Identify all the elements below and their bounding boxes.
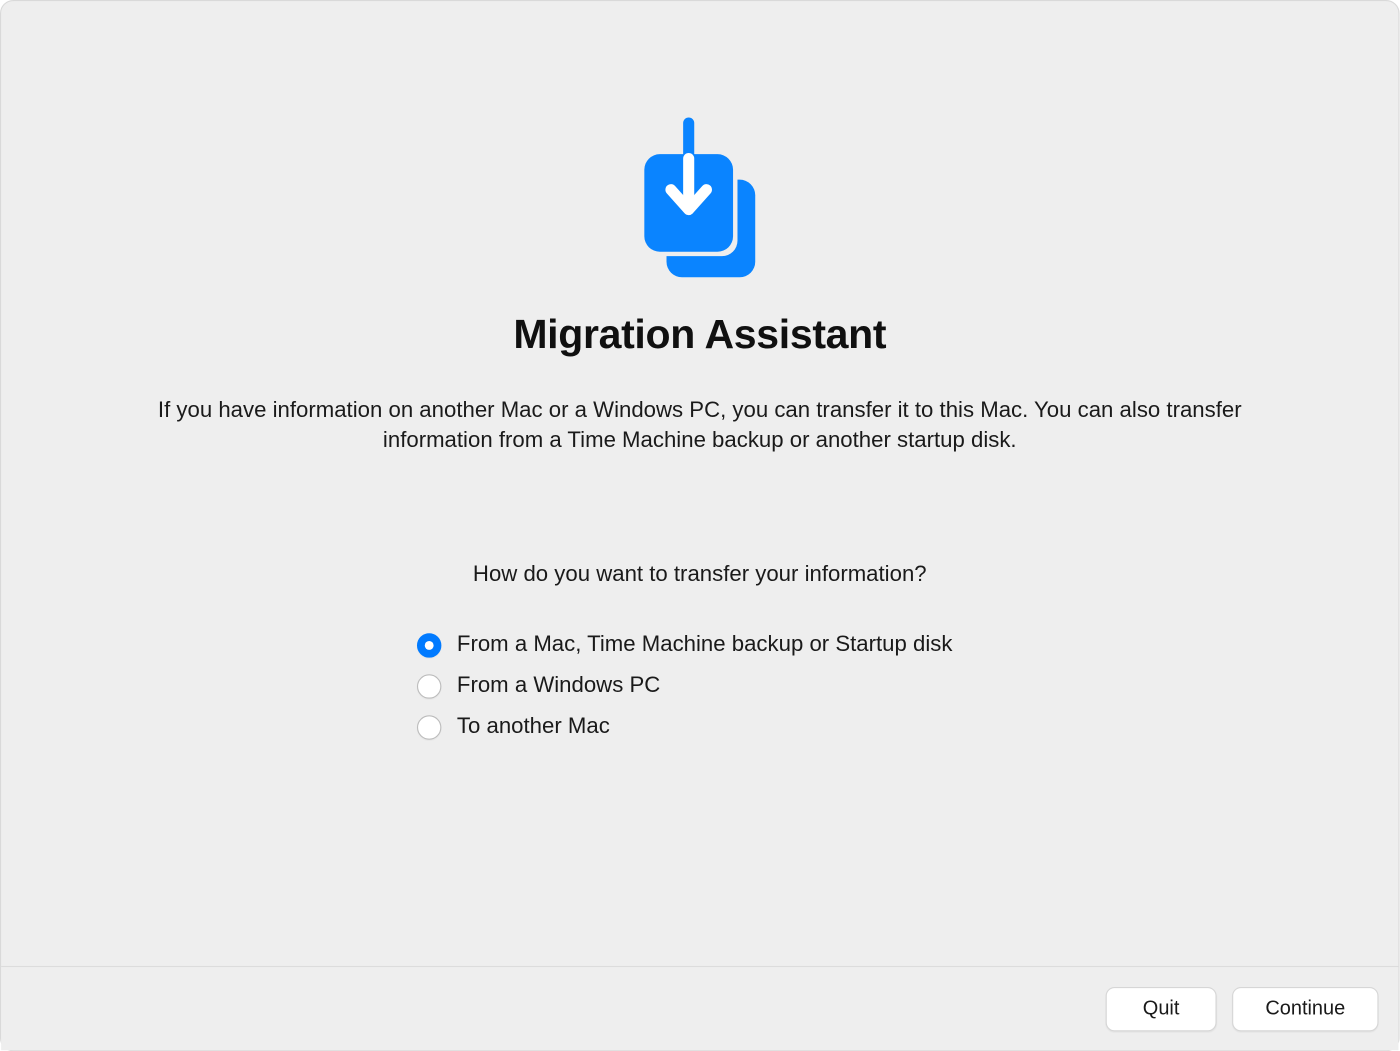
main-content: Migration Assistant If you have informat… (1, 1, 1398, 966)
transfer-options: From a Mac, Time Machine backup or Start… (417, 632, 952, 740)
option-to-another-mac[interactable]: To another Mac (417, 714, 952, 740)
radio-unselected-icon[interactable] (417, 715, 441, 739)
migration-download-icon (633, 116, 766, 282)
page-description: If you have information on another Mac o… (145, 396, 1254, 456)
footer-bar: Quit Continue (1, 966, 1398, 1050)
radio-unselected-icon[interactable] (417, 674, 441, 698)
page-title: Migration Assistant (513, 312, 886, 359)
continue-button[interactable]: Continue (1232, 986, 1378, 1030)
option-label: To another Mac (457, 714, 610, 740)
option-from-windows-pc[interactable]: From a Windows PC (417, 673, 952, 699)
option-from-mac[interactable]: From a Mac, Time Machine backup or Start… (417, 632, 952, 658)
migration-assistant-window: Migration Assistant If you have informat… (0, 0, 1400, 1051)
transfer-prompt: How do you want to transfer your informa… (473, 562, 927, 588)
option-label: From a Mac, Time Machine backup or Start… (457, 632, 953, 658)
radio-selected-icon[interactable] (417, 633, 441, 657)
quit-button[interactable]: Quit (1106, 986, 1217, 1030)
option-label: From a Windows PC (457, 673, 660, 699)
